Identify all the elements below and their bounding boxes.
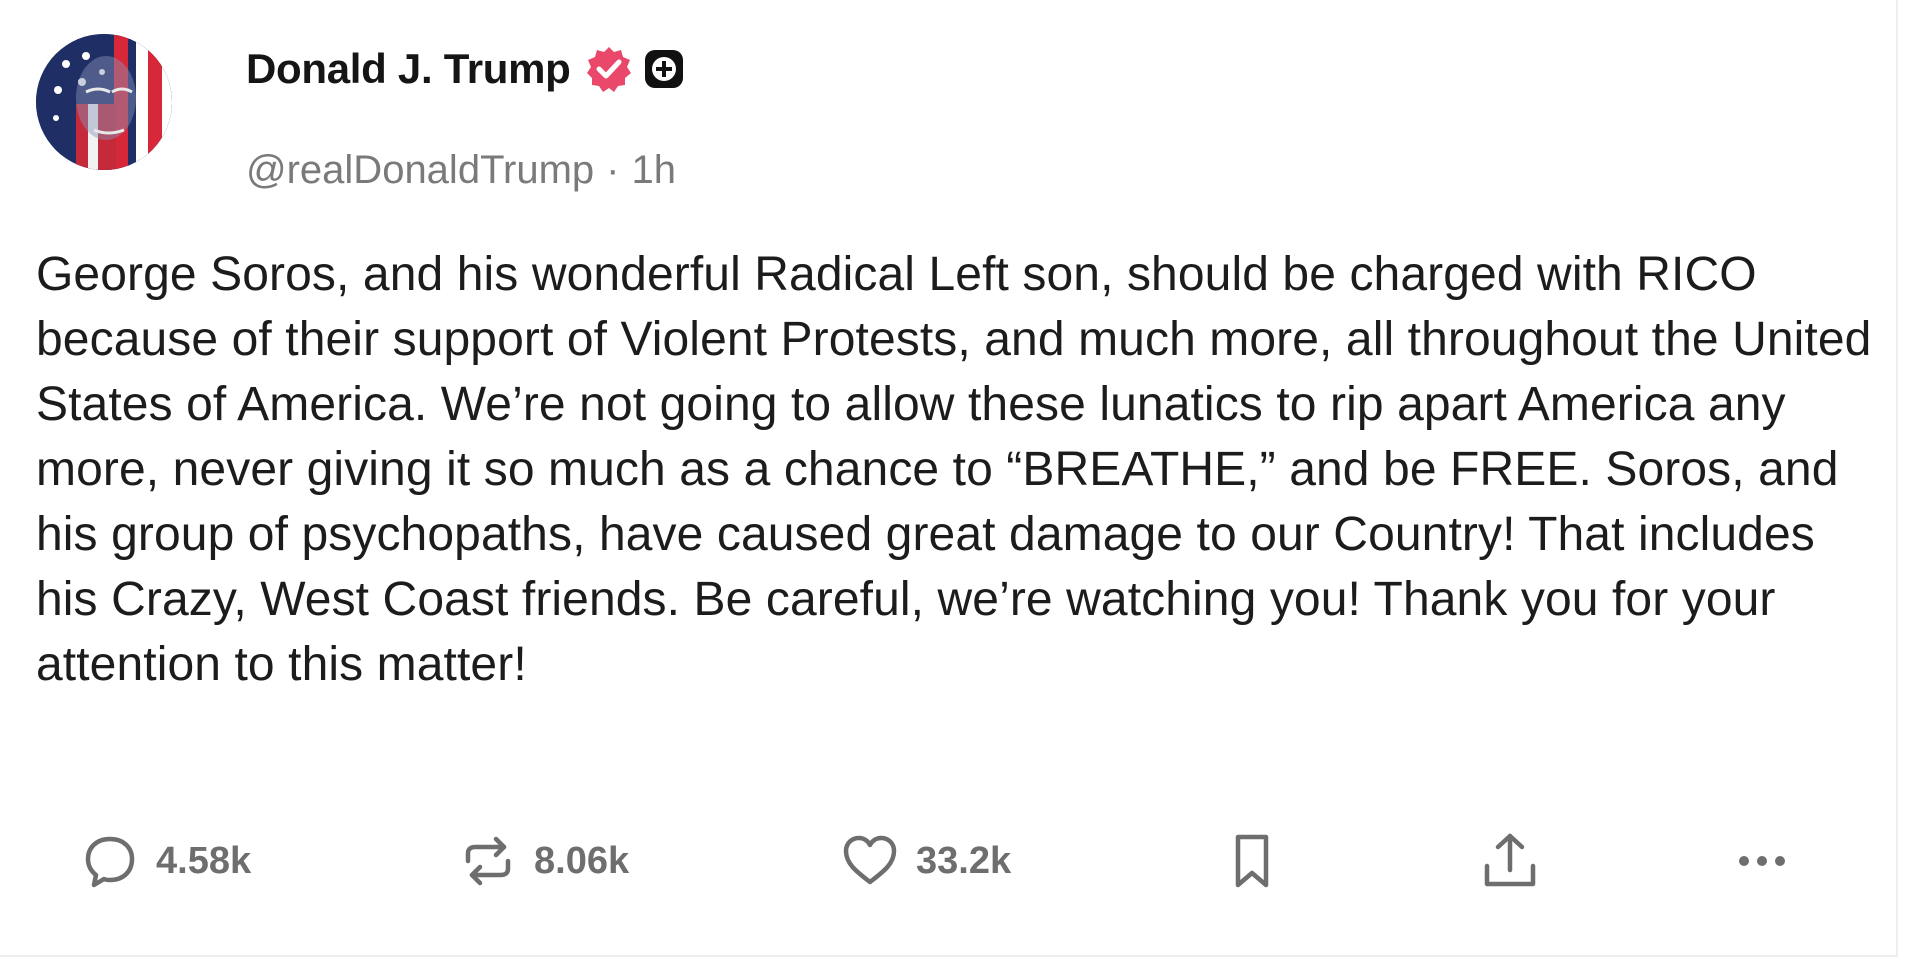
post-header: Donald J. Trump @realDonaldTrump · 1h <box>36 34 685 193</box>
avatar[interactable] <box>36 34 172 170</box>
post-timestamp[interactable]: 1h <box>631 148 676 193</box>
more-dots-icon <box>1730 829 1794 893</box>
heart-icon <box>838 829 902 893</box>
reply-count: 4.58k <box>156 839 252 882</box>
author-display-name[interactable]: Donald J. Trump <box>246 45 571 93</box>
post-card: Donald J. Trump @realDonaldTrump · 1h Ge… <box>0 0 1898 957</box>
meta-separator: · <box>606 148 620 192</box>
verified-badge-icon <box>585 45 633 93</box>
post-meta: @realDonaldTrump · 1h <box>246 148 685 193</box>
author-info: Donald J. Trump @realDonaldTrump · 1h <box>246 34 685 193</box>
bookmark-button[interactable] <box>1220 826 1284 896</box>
retruth-count: 8.06k <box>534 839 630 882</box>
reply-bubble-icon <box>78 829 142 893</box>
name-row: Donald J. Trump <box>246 34 685 104</box>
author-handle[interactable]: @realDonaldTrump <box>246 148 594 193</box>
retruth-arrows-icon <box>456 829 520 893</box>
like-button[interactable]: 33.2k <box>838 826 1011 896</box>
more-options-button[interactable] <box>1730 826 1794 896</box>
reply-button[interactable]: 4.58k <box>78 826 251 896</box>
post-actions-bar: 4.58k 8.06k 33.2k <box>0 826 1898 896</box>
plus-badge-icon <box>643 48 685 90</box>
post-body-text: George Soros, and his wonderful Radical … <box>36 248 1872 691</box>
retruth-button[interactable]: 8.06k <box>456 826 629 896</box>
flag-portrait-avatar-image <box>36 34 172 170</box>
bookmark-icon <box>1220 829 1284 893</box>
share-button[interactable] <box>1478 826 1542 896</box>
like-count: 33.2k <box>916 839 1012 882</box>
share-upload-icon <box>1478 829 1542 893</box>
